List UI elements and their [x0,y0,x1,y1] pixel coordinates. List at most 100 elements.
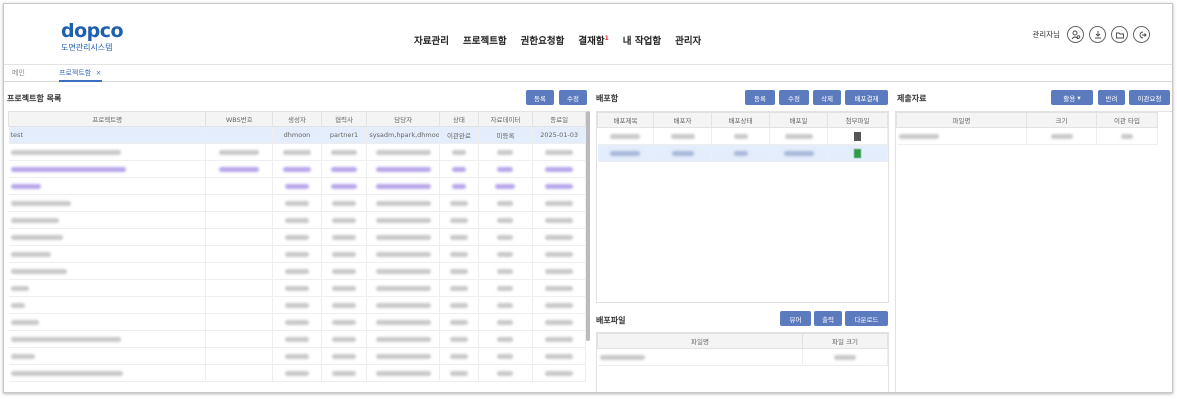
table-row[interactable] [8,228,586,246]
user-toolbar: 관리자님 [1032,26,1150,43]
tab-projects[interactable]: 프로젝트함 × [59,68,102,82]
nav-approvals[interactable]: 결재함1 [578,33,608,47]
col-dist-attachment[interactable]: 첨부파일 [827,112,888,128]
tab-close-icon[interactable]: × [96,69,102,77]
table-row[interactable] [8,177,586,195]
col-end-date[interactable]: 종료일 [532,111,586,127]
redacted-cell [769,144,828,162]
table-row[interactable] [8,245,586,263]
viewer-button[interactable]: 뷰어 [780,311,811,326]
nav-projects[interactable]: 프로젝트함 [463,33,507,47]
col-sub-transfer-type[interactable]: 이관 타입 [1096,112,1158,128]
excel-file-icon[interactable] [854,148,861,158]
col-dist-status[interactable]: 배포상태 [711,112,770,128]
return-button[interactable]: 반려 [1098,90,1125,105]
table-row[interactable] [8,330,586,348]
nav-admin[interactable]: 관리자 [675,33,701,47]
redacted-cell [532,347,586,365]
table-row[interactable] [597,348,888,366]
redacted-cell [8,262,207,280]
table-row[interactable] [597,144,888,162]
col-status[interactable]: 상태 [439,111,479,127]
table-row[interactable] [8,364,586,382]
cell-creator: dhmoon [272,126,322,144]
redacted-cell [321,347,368,365]
redacted-cell [8,296,207,314]
table-row[interactable] [8,211,586,229]
col-sub-file-name[interactable]: 파일명 [896,112,1027,128]
col-dist-date[interactable]: 배포일 [769,112,828,128]
distribution-approve-button[interactable]: 배포결재 [845,90,888,105]
col-data[interactable]: 자료데이터 [477,111,534,127]
redacted-cell [8,364,207,382]
attachment-cell [827,144,888,162]
redacted-cell [439,194,479,212]
col-manager[interactable]: 담당자 [366,111,441,127]
redacted-cell [205,194,274,212]
table-row[interactable] [8,143,586,161]
cell-manager: sysadm,hpark,dhmoon [366,126,441,144]
redacted-cell [366,177,441,195]
distribution-delete-button[interactable]: 삭제 [813,90,841,105]
logo[interactable]: dopco 도면관리시스템 [61,22,124,53]
redacted-cell [321,262,368,280]
table-row[interactable] [8,347,586,365]
table-row[interactable] [896,127,1158,145]
table-row[interactable] [8,313,586,331]
download-icon[interactable] [1089,26,1106,43]
redacted-cell [321,313,368,331]
redacted-cell [532,160,586,178]
tab-main[interactable]: 메인 [12,68,25,78]
table-row[interactable] [8,262,586,280]
col-dist-title[interactable]: 배포제목 [597,112,654,128]
redacted-cell [8,330,207,348]
table-row[interactable]: test dhmoon partner1 sysadm,hpark,dhmoon… [8,126,586,144]
redacted-cell [272,313,322,331]
nav-data-management[interactable]: 자료관리 [414,33,449,47]
col-wbs[interactable]: WBS번호 [205,111,274,127]
dist-files-header-row: 파일명 파일 크기 [597,333,888,349]
redacted-cell [272,211,322,229]
folder-icon[interactable] [1111,26,1128,43]
distribution-register-button[interactable]: 등록 [745,90,775,105]
use-button-label: 활용 [1063,94,1076,103]
redacted-cell [8,177,207,195]
nav-my-work[interactable]: 내 작업함 [623,33,661,47]
col-partner[interactable]: 협력사 [320,111,368,127]
redacted-cell [711,127,770,145]
logout-icon[interactable] [1133,26,1150,43]
redacted-cell [366,160,441,178]
projects-scrollbar[interactable] [586,111,590,341]
col-creator[interactable]: 생성자 [272,111,322,127]
table-row[interactable] [8,194,586,212]
redacted-cell [439,347,479,365]
submissions-header-row: 파일명 크기 이관 타입 [896,112,1158,128]
col-sub-size[interactable]: 크기 [1026,112,1097,128]
user-settings-icon[interactable] [1067,26,1084,43]
redacted-cell [321,364,368,382]
project-register-button[interactable]: 등록 [526,90,554,105]
col-project-name[interactable]: 프로젝트명 [7,111,207,127]
use-dropdown-button[interactable]: 활용 ▾ [1051,90,1093,105]
table-row[interactable] [597,127,888,145]
distribution-edit-button[interactable]: 수정 [779,90,809,105]
dist-files-panel-title: 배포파일 [596,316,626,325]
redacted-cell [478,313,534,331]
col-file-name[interactable]: 파일명 [597,333,803,349]
nav-permission-requests[interactable]: 권한요청함 [521,33,565,47]
redacted-cell [272,279,322,297]
col-dist-author[interactable]: 배포자 [653,112,712,128]
table-row[interactable] [8,160,586,178]
print-button[interactable]: 출력 [814,311,842,326]
table-row[interactable] [8,296,586,314]
file-icon[interactable] [854,131,861,141]
table-row[interactable] [8,279,586,297]
col-file-size[interactable]: 파일 크기 [802,333,888,349]
redacted-cell [439,313,479,331]
redacted-cell [321,296,368,314]
redacted-cell [8,347,207,365]
download-button[interactable]: 다운로드 [845,311,888,326]
project-edit-button[interactable]: 수정 [559,90,587,105]
redacted-cell [8,245,207,263]
transfer-request-button[interactable]: 이관요청 [1129,90,1170,105]
